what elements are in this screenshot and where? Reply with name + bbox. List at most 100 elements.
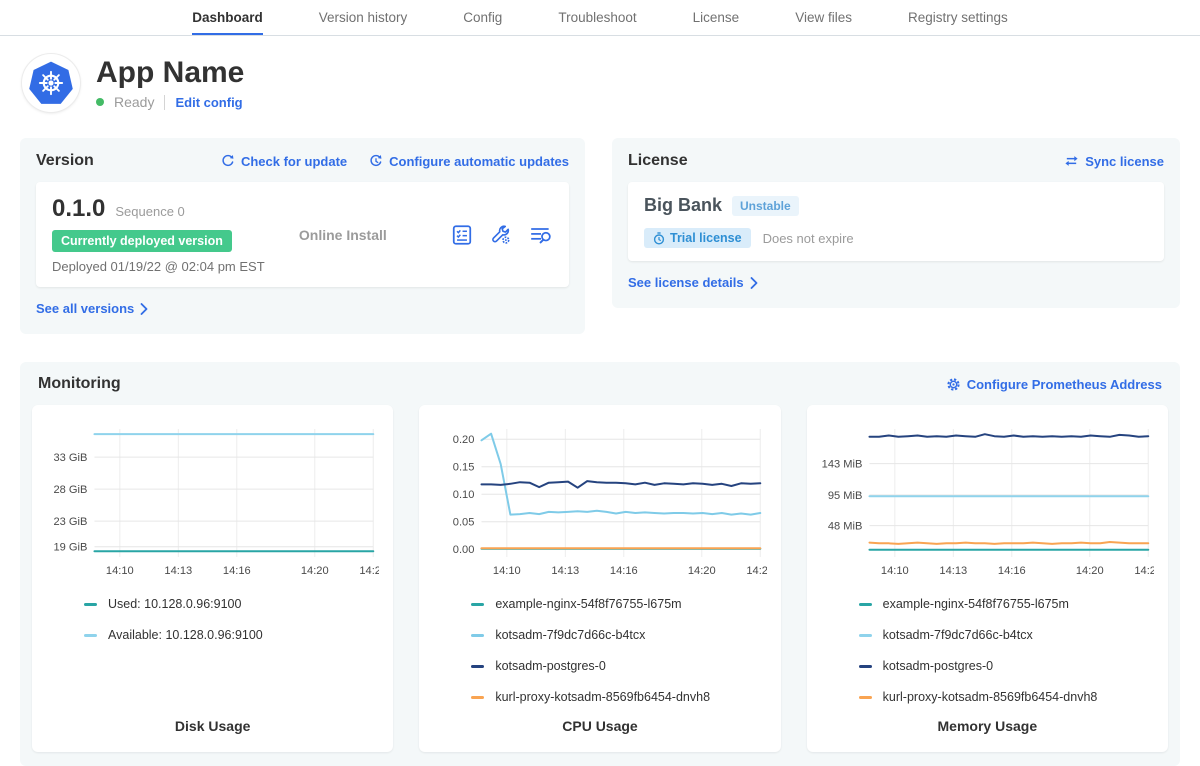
legend-swatch — [84, 603, 97, 606]
tab-license[interactable]: License — [693, 0, 740, 35]
svg-text:33 GiB: 33 GiB — [53, 452, 87, 464]
chart-title: Disk Usage — [46, 704, 379, 742]
legend-swatch — [859, 696, 872, 699]
svg-text:48 MiB: 48 MiB — [828, 520, 863, 532]
legend-label: kotsadm-postgres-0 — [883, 659, 993, 673]
legend-label: kurl-proxy-kotsadm-8569fb6454-dnvh8 — [883, 690, 1098, 704]
gear-icon — [946, 377, 961, 392]
top-nav: Dashboard Version history Config Trouble… — [0, 0, 1200, 36]
svg-text:95 MiB: 95 MiB — [828, 490, 863, 502]
legend-item: example-nginx-54f8f76755-l675m — [859, 597, 1154, 611]
svg-text:14:20: 14:20 — [688, 565, 716, 577]
svg-text:14:20: 14:20 — [1076, 565, 1104, 577]
customer-name: Big Bank — [644, 195, 722, 216]
legend-swatch — [471, 634, 484, 637]
version-card: Version Check for update Configure autom… — [20, 138, 585, 334]
legend-label: Used: 10.128.0.96:9100 — [108, 597, 241, 611]
disk-usage-legend: Used: 10.128.0.96:9100 Available: 10.128.… — [84, 597, 379, 642]
svg-text:14:13: 14:13 — [164, 565, 192, 577]
license-expiry: Does not expire — [763, 231, 854, 246]
legend-label: kotsadm-7f9dc7d66c-b4tcx — [883, 628, 1033, 642]
configure-automatic-updates-link[interactable]: Configure automatic updates — [369, 154, 569, 169]
license-card-title: License — [628, 152, 688, 170]
legend-swatch — [859, 665, 872, 668]
wrench-gear-icon[interactable] — [490, 224, 512, 246]
view-logs-icon[interactable] — [529, 224, 553, 246]
version-sequence: Sequence 0 — [115, 204, 184, 219]
swap-arrows-icon — [1064, 154, 1079, 168]
clock-refresh-icon — [369, 154, 383, 168]
legend-swatch — [859, 634, 872, 637]
legend-item: kotsadm-7f9dc7d66c-b4tcx — [471, 628, 766, 642]
install-type: Online Install — [299, 227, 387, 243]
version-number: 0.1.0 — [52, 195, 105, 223]
svg-text:14:10: 14:10 — [106, 565, 134, 577]
version-actions — [451, 224, 553, 246]
tab-view-files[interactable]: View files — [795, 0, 852, 35]
current-version-box: 0.1.0 Sequence 0 Currently deployed vers… — [36, 182, 569, 287]
memory-usage-legend: example-nginx-54f8f76755-l675m kotsadm-7f… — [859, 597, 1154, 704]
cpu-usage-legend: example-nginx-54f8f76755-l675m kotsadm-7f… — [471, 597, 766, 704]
deployed-timestamp: Deployed 01/19/22 @ 02:04 pm EST — [52, 259, 265, 274]
app-status: Ready — [114, 94, 154, 110]
cards-row: Version Check for update Configure autom… — [0, 126, 1200, 334]
memory-usage-chart-card: 14:1014:1314:1614:2014:2348 MiB95 MiB143… — [807, 405, 1168, 752]
charts-row: 14:1014:1314:1614:2014:2319 GiB23 GiB28 … — [32, 405, 1168, 752]
legend-swatch — [859, 603, 872, 606]
deployed-badge: Currently deployed version — [52, 230, 232, 252]
svg-text:14:16: 14:16 — [998, 565, 1026, 577]
svg-text:14:16: 14:16 — [223, 565, 251, 577]
svg-text:14:13: 14:13 — [552, 565, 580, 577]
sync-license-link[interactable]: Sync license — [1064, 154, 1164, 169]
version-card-title: Version — [36, 152, 94, 170]
refresh-icon — [221, 154, 235, 168]
chart-title: CPU Usage — [433, 704, 766, 742]
see-all-versions-link[interactable]: See all versions — [36, 301, 148, 316]
tab-dashboard[interactable]: Dashboard — [192, 0, 263, 35]
svg-text:0.20: 0.20 — [453, 434, 475, 446]
legend-item: kurl-proxy-kotsadm-8569fb6454-dnvh8 — [471, 690, 766, 704]
svg-text:0.05: 0.05 — [453, 517, 475, 529]
legend-item: Used: 10.128.0.96:9100 — [84, 597, 379, 611]
legend-label: kotsadm-7f9dc7d66c-b4tcx — [495, 628, 645, 642]
svg-text:19 GiB: 19 GiB — [53, 542, 87, 554]
configure-prometheus-link[interactable]: Configure Prometheus Address — [946, 377, 1162, 392]
divider — [164, 95, 165, 110]
tab-registry-settings[interactable]: Registry settings — [908, 0, 1008, 35]
preflight-checklist-icon[interactable] — [451, 224, 473, 246]
disk-usage-chart-card: 14:1014:1314:1614:2014:2319 GiB23 GiB28 … — [32, 405, 393, 752]
svg-text:14:23: 14:23 — [1134, 565, 1154, 577]
cpu-usage-chart: 14:1014:1314:1614:2014:230.000.050.100.1… — [433, 419, 766, 581]
license-box: Big Bank Unstable Trial license Does not… — [628, 182, 1164, 261]
tab-config[interactable]: Config — [463, 0, 502, 35]
legend-item: example-nginx-54f8f76755-l675m — [471, 597, 766, 611]
legend-label: Available: 10.128.0.96:9100 — [108, 628, 263, 642]
license-card: License Sync license Big Bank Unstable T… — [612, 138, 1180, 308]
legend-label: example-nginx-54f8f76755-l675m — [495, 597, 681, 611]
legend-item: kotsadm-postgres-0 — [471, 659, 766, 673]
legend-label: kotsadm-postgres-0 — [495, 659, 605, 673]
svg-text:0.15: 0.15 — [453, 462, 475, 474]
ready-status-dot — [96, 98, 104, 106]
check-for-update-link[interactable]: Check for update — [221, 154, 347, 169]
see-license-details-link[interactable]: See license details — [628, 275, 758, 290]
legend-swatch — [471, 696, 484, 699]
chart-title: Memory Usage — [821, 704, 1154, 742]
kubernetes-logo-icon — [22, 54, 80, 112]
legend-item: kotsadm-postgres-0 — [859, 659, 1154, 673]
app-header: App Name Ready Edit config — [0, 36, 1200, 126]
app-header-text: App Name Ready Edit config — [96, 56, 244, 110]
edit-config-link[interactable]: Edit config — [175, 95, 242, 110]
memory-usage-chart: 14:1014:1314:1614:2014:2348 MiB95 MiB143… — [821, 419, 1154, 581]
app-status-row: Ready Edit config — [96, 94, 244, 110]
legend-label: kurl-proxy-kotsadm-8569fb6454-dnvh8 — [495, 690, 710, 704]
legend-swatch — [471, 603, 484, 606]
svg-text:14:13: 14:13 — [939, 565, 967, 577]
tab-version-history[interactable]: Version history — [319, 0, 408, 35]
disk-usage-chart: 14:1014:1314:1614:2014:2319 GiB23 GiB28 … — [46, 419, 379, 581]
svg-text:14:10: 14:10 — [881, 565, 909, 577]
app-name: App Name — [96, 56, 244, 89]
svg-text:0.00: 0.00 — [453, 544, 475, 556]
tab-troubleshoot[interactable]: Troubleshoot — [558, 0, 636, 35]
svg-text:14:23: 14:23 — [359, 565, 379, 577]
